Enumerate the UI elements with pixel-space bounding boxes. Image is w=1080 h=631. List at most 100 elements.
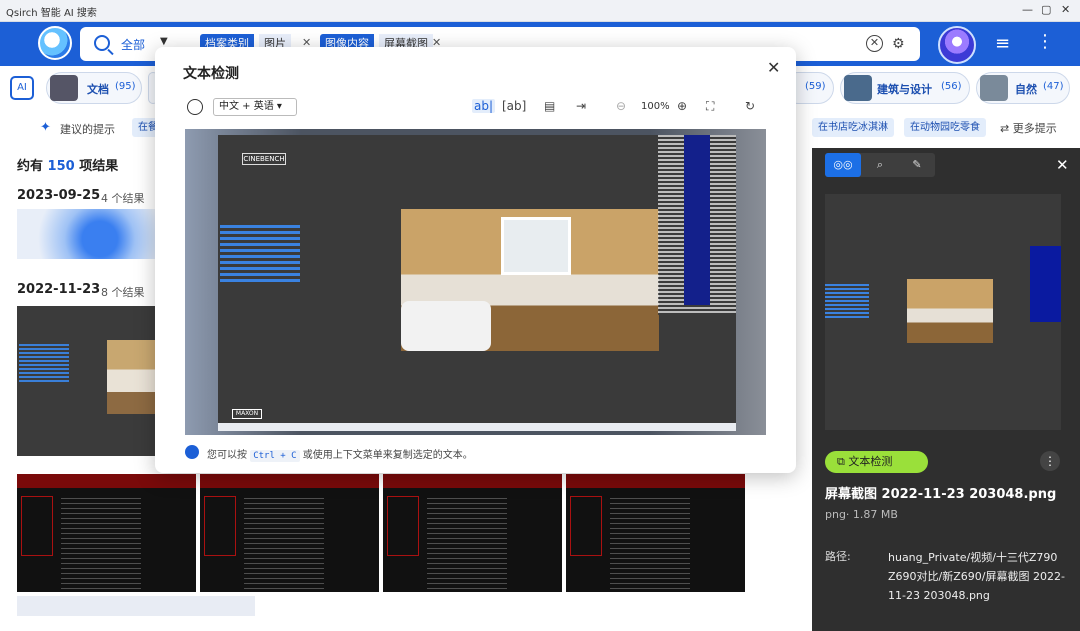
category-architecture[interactable]: 建筑与设计 (56) [840, 72, 970, 104]
benchmark-bars [220, 225, 300, 285]
ai-category-icon[interactable]: AI [10, 76, 34, 100]
close-icon[interactable]: ✕ [767, 58, 780, 77]
chevron-down-icon[interactable]: ▼ [160, 36, 168, 47]
category-name: 自然 [1015, 83, 1037, 96]
taskbar [218, 423, 736, 431]
date-group-heading: 2023-09-25 [17, 188, 101, 203]
bios-lines [427, 494, 507, 592]
preview-log [1030, 246, 1061, 322]
thumbnail-chart [19, 344, 69, 384]
search-icon [94, 35, 110, 51]
file-meta: png· 1.87 MB [825, 508, 898, 521]
window-titlebar: Qsirch 智能 AI 搜索 — ▢ ✕ [0, 0, 1080, 22]
zoom-level: 100% [641, 101, 670, 112]
zoom-out-icon[interactable]: ⊖ [616, 99, 626, 113]
category-thumbnail [50, 75, 78, 101]
result-thumbnail[interactable] [566, 474, 745, 592]
suggestion-chip[interactable]: 在动物园吃零食 [904, 118, 986, 137]
bios-panel [204, 496, 236, 556]
window-close-icon[interactable]: ✕ [1061, 3, 1070, 16]
info-icon [185, 445, 199, 459]
date-group-count: 4 个结果 [101, 192, 145, 205]
render-window [501, 217, 571, 275]
text-detection-button[interactable]: ⧉ 文本检测 [825, 451, 928, 473]
qsirch-logo-icon[interactable] [38, 26, 72, 60]
render-sofa [401, 301, 491, 351]
tab-preview[interactable]: ◎◎ [825, 153, 861, 177]
bios-panel [21, 496, 53, 556]
bios-panel [570, 496, 602, 556]
ai-assistant-icon[interactable] [938, 26, 976, 64]
bios-header [200, 474, 379, 488]
results-suffix: 项结果 [79, 159, 119, 174]
detail-preview-image[interactable] [825, 194, 1061, 430]
category-nature[interactable]: 自然 (47) [976, 72, 1070, 104]
sparkle-icon: ✦ [40, 120, 51, 135]
path-label: 路径: [825, 550, 851, 563]
log-panel [658, 135, 736, 315]
rotate-icon[interactable]: ↻ [745, 99, 755, 113]
text-select-icon[interactable]: ab| [472, 99, 496, 113]
more-vertical-icon[interactable]: ⋮ [1040, 451, 1060, 471]
hint-after: 或使用上下文菜单来复制选定的文本。 [302, 450, 473, 461]
category-thumbnail [980, 75, 1008, 101]
category-name: 文档 [87, 83, 109, 96]
maximize-icon[interactable]: ▢ [1041, 3, 1051, 16]
result-thumbnail[interactable] [17, 474, 196, 592]
file-path: huang_Private/视频/十三代Z790 Z690对比/新Z690/屏幕… [888, 551, 1065, 602]
close-icon[interactable]: ✕ [1056, 156, 1069, 174]
result-thumbnail[interactable] [200, 474, 379, 592]
hint-before: 您可以按 [207, 450, 247, 461]
detail-tabs: ◎◎ ⌕ ✎ [825, 153, 935, 177]
results-count: 150 [47, 159, 75, 174]
bios-header [566, 474, 745, 488]
language-value: 中文 + 英语 [219, 101, 274, 112]
date-group-count: 8 个结果 [101, 286, 145, 299]
category-count: (95) [115, 81, 136, 92]
category-count: (59) [805, 81, 826, 92]
category-docs[interactable]: 文档 (95) [46, 72, 142, 104]
image-preview[interactable]: CINEBENCH MAXON [185, 129, 766, 435]
results-summary: 约有 150 项结果 [17, 155, 118, 174]
zoom-in-icon[interactable]: ⊕ [677, 99, 687, 113]
export-text-icon[interactable]: ⇥ [576, 99, 586, 113]
render-image [401, 209, 659, 351]
screenshot-content: CINEBENCH MAXON [218, 135, 736, 431]
more-suggestions-link[interactable]: ⇄ 更多提示 [1000, 120, 1057, 136]
more-vertical-icon[interactable]: ⋮ [1036, 31, 1054, 52]
copy-text-icon[interactable]: ▤ [544, 99, 555, 113]
text-detection-dialog: 文本检测 ✕ 中文 + 英语 ▾ ab| [ab] ▤ ⇥ ⊖ 100% ⊕ ⛶… [155, 47, 796, 473]
bios-lines [244, 494, 324, 592]
text-area-icon[interactable]: [ab] [502, 99, 526, 113]
clear-search-icon[interactable]: ✕ [866, 35, 883, 52]
bios-lines [610, 494, 690, 592]
text-detection-label: 文本检测 [848, 455, 893, 468]
fit-screen-icon[interactable]: ⛶ [706, 99, 714, 114]
result-thumbnail[interactable] [17, 209, 155, 259]
search-scope[interactable]: 全部 [121, 36, 145, 53]
detail-panel: ◎◎ ⌕ ✎ ✕ ⧉ 文本检测 ⋮ 屏幕截图 2022-11-23 203048… [812, 148, 1080, 631]
thumbnail-render [107, 340, 155, 414]
preview-render [907, 279, 993, 343]
more-suggestions-label: 更多提示 [1012, 122, 1057, 135]
preview-bars [825, 284, 869, 320]
bios-header [17, 474, 196, 488]
cinebench-text[interactable]: CINEBENCH [242, 153, 286, 165]
sliders-icon[interactable]: ⚙ [892, 36, 905, 52]
category-name: 建筑与设计 [877, 83, 932, 96]
suggestion-chip[interactable]: 在书店吃冰淇淋 [812, 118, 894, 137]
log-highlight [684, 135, 710, 305]
minimize-icon[interactable]: — [1022, 3, 1033, 16]
category-count: (56) [941, 81, 962, 92]
file-name: 屏幕截图 2022-11-23 203048.png [825, 487, 1057, 502]
result-thumbnail[interactable] [383, 474, 562, 592]
maxon-text[interactable]: MAXON [232, 409, 262, 419]
bios-panel [387, 496, 419, 556]
history-icon[interactable]: ≡ [995, 33, 1010, 54]
tab-edit[interactable]: ✎ [899, 153, 935, 177]
language-select[interactable]: 中文 + 英语 ▾ [213, 98, 297, 116]
result-thumbnail[interactable] [17, 596, 255, 616]
result-thumbnail[interactable] [17, 306, 155, 456]
tab-search-similar[interactable]: ⌕ [862, 153, 898, 177]
date-group-heading: 2022-11-23 [17, 282, 101, 297]
